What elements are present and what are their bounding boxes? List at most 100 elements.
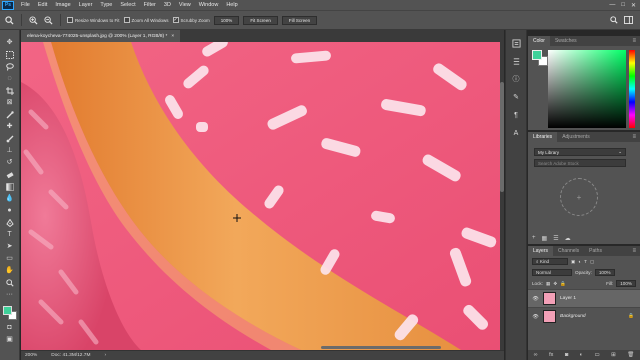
menu-file[interactable]: File [17, 2, 34, 8]
checkbox-box[interactable] [67, 17, 73, 23]
add-asset-icon[interactable]: + [532, 235, 536, 242]
menu-view[interactable]: View [175, 2, 195, 8]
foreground-color-swatch[interactable] [532, 50, 542, 60]
lasso-tool-icon[interactable] [4, 62, 16, 71]
checkmark-icon[interactable]: ✓ [172, 17, 179, 23]
document-canvas[interactable] [21, 42, 500, 350]
move-tool-icon[interactable]: ✥ [4, 38, 16, 47]
color-panel-swatches[interactable] [532, 50, 548, 66]
zoom-tool-icon[interactable] [4, 15, 15, 26]
menu-help[interactable]: Help [222, 2, 241, 8]
tab-color[interactable]: Color [528, 36, 550, 46]
more-tools-icon[interactable]: ··· [4, 290, 16, 299]
layer-row-background[interactable]: 👁 Background 🔒 [528, 307, 640, 325]
fill-screen-button[interactable]: Fill Screen [281, 15, 318, 25]
path-selection-tool-icon[interactable]: ➤ [4, 242, 16, 251]
hue-slider[interactable] [629, 50, 635, 128]
properties-icon[interactable] [510, 56, 522, 66]
checkbox-box[interactable] [123, 17, 130, 23]
list-view-icon[interactable]: ☰ [553, 235, 558, 242]
history-brush-tool-icon[interactable]: ↺ [4, 158, 16, 167]
fill-field[interactable]: 100% [616, 280, 636, 287]
filter-type-icon[interactable]: T [584, 259, 587, 264]
add-mask-icon[interactable]: ◙ [565, 352, 568, 358]
color-swatches[interactable] [2, 306, 17, 320]
close-tab-icon[interactable]: × [171, 34, 174, 39]
horizontal-scroll-thumb[interactable] [321, 346, 441, 349]
screen-mode-icon[interactable]: ▣ [4, 335, 16, 344]
menu-edit[interactable]: Edit [34, 2, 51, 8]
cloud-icon[interactable]: ☁ [565, 235, 571, 242]
panel-menu-icon[interactable]: ≡ [632, 248, 640, 254]
minimize-icon[interactable]: — [609, 2, 615, 9]
document-tab[interactable]: elena-koycheva-774025-unsplash.jpg @ 200… [21, 30, 181, 42]
filter-shape-icon[interactable]: ▢ [590, 259, 594, 265]
zoom-out-icon[interactable] [43, 15, 54, 26]
frame-tool-icon[interactable]: ⊠ [4, 98, 16, 107]
menu-select[interactable]: Select [116, 2, 139, 8]
vertical-scroll-thumb[interactable] [500, 82, 504, 192]
delete-layer-icon[interactable]: 🗑 [627, 352, 634, 358]
adjustment-layer-icon[interactable]: ◐ [580, 352, 583, 358]
zoom-tool-icon[interactable] [4, 278, 16, 287]
eyedropper-tool-icon[interactable] [4, 110, 16, 119]
status-arrow-icon[interactable]: › [104, 353, 106, 358]
panel-menu-icon[interactable]: ≡ [632, 134, 640, 140]
color-picker-field[interactable] [548, 50, 626, 128]
visibility-eye-icon[interactable]: 👁 [532, 296, 539, 302]
menu-type[interactable]: Type [96, 2, 116, 8]
tab-adjustments[interactable]: Adjustments [557, 132, 595, 142]
maximize-icon[interactable]: □ [621, 2, 625, 9]
menu-layer[interactable]: Layer [75, 2, 97, 8]
type-tool-icon[interactable]: T [4, 230, 16, 239]
zoom-level[interactable]: 200% [25, 353, 37, 358]
menu-3d[interactable]: 3D [160, 2, 175, 8]
quick-select-tool-icon[interactable]: ◌ [4, 74, 16, 83]
dodge-tool-icon[interactable]: ● [4, 206, 16, 215]
menu-window[interactable]: Window [195, 2, 223, 8]
new-layer-icon[interactable]: ⊞ [611, 352, 616, 358]
search-icon[interactable] [608, 15, 619, 26]
tab-paths[interactable]: Paths [584, 246, 607, 256]
vertical-scrollbar[interactable] [500, 42, 504, 350]
workspace-icon[interactable] [623, 15, 634, 26]
foreground-color-swatch[interactable] [2, 306, 12, 315]
layer-row-layer-1[interactable]: 👁 Layer 1 [528, 289, 640, 307]
stamp-tool-icon[interactable]: ⊥ [4, 146, 16, 155]
filter-pixel-icon[interactable]: ▣ [571, 259, 575, 265]
grid-view-icon[interactable]: ▦ [542, 235, 548, 242]
history-icon[interactable] [510, 38, 522, 48]
library-search-input[interactable]: Search Adobe Stock [534, 159, 626, 167]
pen-tool-icon[interactable] [4, 218, 16, 227]
tab-swatches[interactable]: Swatches [550, 36, 582, 46]
healing-brush-tool-icon[interactable]: ✚ [4, 122, 16, 131]
character-icon[interactable]: A [510, 128, 522, 138]
rectangle-tool-icon[interactable]: ▭ [4, 254, 16, 263]
layer-kind-filter[interactable]: ⌕ Kind [532, 258, 568, 265]
fit-screen-button[interactable]: Fit Screen [243, 15, 278, 25]
brush-settings-icon[interactable]: ✎ [510, 92, 522, 102]
tab-libraries[interactable]: Libraries [528, 132, 558, 142]
lock-all-icon[interactable]: 🔒 [560, 281, 566, 287]
menu-filter[interactable]: Filter [140, 2, 160, 8]
opacity-field[interactable]: 100% [594, 269, 615, 276]
marquee-tool-icon[interactable] [4, 50, 16, 59]
hand-tool-icon[interactable]: ✋ [4, 266, 16, 275]
new-group-icon[interactable]: ▭ [594, 352, 599, 358]
lock-position-icon[interactable]: ✥ [553, 281, 557, 287]
quick-mask-icon[interactable]: ◘ [4, 323, 16, 332]
info-icon[interactable]: ⓘ [510, 74, 522, 84]
zoom-all-windows-checkbox[interactable]: Zoom All Windows [123, 17, 169, 23]
zoom-in-icon[interactable] [28, 15, 39, 26]
close-icon[interactable]: ✕ [631, 2, 636, 9]
link-layers-icon[interactable]: ∞ [534, 352, 538, 358]
brush-tool-icon[interactable] [4, 134, 16, 143]
tab-layers[interactable]: Layers [528, 246, 554, 256]
menu-image[interactable]: Image [51, 2, 74, 8]
visibility-eye-icon[interactable]: 👁 [532, 314, 539, 320]
tab-channels[interactable]: Channels [553, 246, 584, 256]
lock-pixels-icon[interactable]: ▦ [546, 281, 550, 287]
filter-adjustment-icon[interactable]: ◐ [578, 259, 581, 264]
blur-tool-icon[interactable]: 💧 [4, 194, 16, 203]
panel-menu-icon[interactable]: ≡ [632, 38, 640, 44]
